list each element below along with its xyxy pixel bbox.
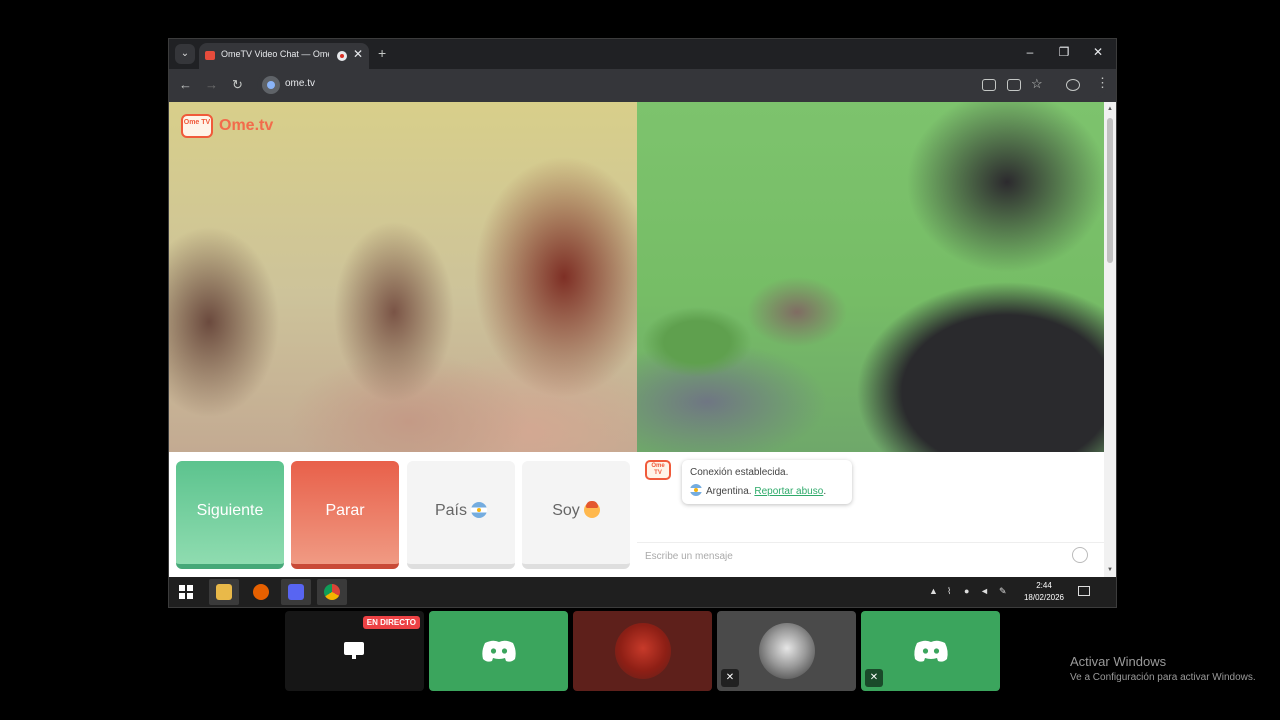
- gender-button-label: Soy: [552, 502, 580, 519]
- windows-taskbar: ▲ ⌇ ● ◄ ✎ 2:44 18/02/2026: [169, 577, 1116, 607]
- reload-icon[interactable]: ↻: [232, 77, 243, 93]
- taskbar-clock[interactable]: 2:44 18/02/2026: [1019, 580, 1069, 604]
- taskbar-discord[interactable]: [281, 579, 311, 605]
- page-scrollbar[interactable]: ▲ ▼: [1104, 102, 1116, 577]
- scroll-down-icon[interactable]: ▼: [1107, 567, 1113, 573]
- taskbar-chrome[interactable]: [317, 579, 347, 605]
- country-button[interactable]: País: [407, 461, 515, 569]
- notification-icon[interactable]: [1078, 586, 1090, 596]
- argentina-flag-icon: [471, 502, 487, 518]
- logo-text: Ome.tv: [219, 117, 274, 134]
- url-text[interactable]: ome.tv: [285, 78, 315, 89]
- tv-logo-icon: Ome TV: [181, 114, 213, 138]
- ometv-page: Ome TV Ome.tv Siguiente Parar País Soy O…: [169, 102, 1116, 577]
- country-message: Argentina. Reportar abuso.: [690, 484, 826, 497]
- discord-icon: [288, 584, 304, 600]
- profile-icon[interactable]: [1066, 79, 1080, 91]
- participant-tile-2[interactable]: [573, 611, 712, 691]
- country-name: Argentina.: [706, 486, 752, 497]
- discord-logo-icon: [482, 640, 516, 662]
- ometv-favicon-icon: [205, 51, 215, 60]
- muted-mic-icon: ✕: [865, 669, 883, 687]
- bookmark-star-icon[interactable]: ☆: [1031, 76, 1045, 91]
- scrollbar-thumb[interactable]: [1107, 118, 1113, 263]
- tray-arrow-icon[interactable]: ▲: [929, 586, 938, 596]
- self-video: [637, 102, 1104, 452]
- watermark-title: Activar Windows: [1070, 654, 1167, 669]
- tab-search-button[interactable]: ⌄: [175, 44, 195, 64]
- discord-logo-icon: [914, 640, 948, 662]
- next-button-label: Siguiente: [196, 502, 264, 519]
- live-badge: EN DIRECTO: [362, 616, 420, 629]
- activate-windows-watermark: Activar Windows Ve a Configuración para …: [1070, 654, 1256, 683]
- participant-tile-3[interactable]: ✕: [717, 611, 856, 691]
- new-tab-button[interactable]: +: [378, 45, 386, 61]
- volume-icon[interactable]: ◄: [980, 586, 989, 596]
- avatar-face-icon: [583, 501, 600, 518]
- folder-icon: [216, 584, 232, 600]
- taskbar-file-explorer[interactable]: [209, 579, 239, 605]
- ometv-chat-logo-icon: Ome TV: [645, 460, 671, 480]
- chrome-icon: [324, 584, 340, 600]
- emoji-icon[interactable]: [1072, 547, 1088, 563]
- stop-button-label: Parar: [325, 502, 365, 519]
- recording-indicator-icon: [337, 51, 347, 61]
- scroll-up-icon[interactable]: ▲: [1107, 106, 1113, 112]
- avatar: [759, 623, 815, 679]
- firefox-icon: [253, 584, 269, 600]
- muted-mic-icon: ✕: [721, 669, 739, 687]
- argentina-flag-icon: [690, 484, 702, 496]
- next-button[interactable]: Siguiente: [176, 461, 284, 569]
- participant-tile-1[interactable]: [429, 611, 568, 691]
- connection-message: Conexión establecida.: [690, 467, 789, 478]
- network-icon[interactable]: ⌇: [947, 586, 951, 597]
- back-arrow-icon[interactable]: ←: [179, 77, 192, 92]
- stream-tile[interactable]: EN DIRECTO: [285, 611, 424, 691]
- tab-ometv[interactable]: OmeTV Video Chat — Ome ✕: [199, 43, 369, 69]
- stop-button[interactable]: Parar: [291, 461, 399, 569]
- screen-share-icon: [344, 642, 364, 659]
- period: .: [823, 486, 827, 497]
- cast-icon[interactable]: [1007, 79, 1021, 91]
- watermark-subtitle: Ve a Configuración para activar Windows.: [1070, 672, 1256, 683]
- mic-icon[interactable]: ●: [964, 586, 969, 596]
- chat-controls: Siguiente Parar País Soy: [169, 452, 637, 577]
- address-bar[interactable]: ome.tv: [257, 73, 1107, 97]
- country-button-label: País: [434, 502, 467, 519]
- site-info-icon[interactable]: [262, 76, 280, 94]
- tab-close-button[interactable]: ✕: [353, 47, 363, 61]
- browser-window: ⌄ OmeTV Video Chat — Ome ✕ + – ❐ ✕ ← → ↻…: [168, 38, 1117, 608]
- message-input[interactable]: Escribe un mensaje: [645, 549, 1065, 565]
- avatar: [615, 623, 671, 679]
- taskbar-firefox[interactable]: [246, 579, 276, 605]
- translate-icon[interactable]: [982, 79, 996, 91]
- browser-toolbar: ← → ↻ ome.tv ☆ ⋮: [169, 69, 1116, 102]
- chat-divider: [637, 542, 1104, 543]
- gender-button[interactable]: Soy: [522, 461, 630, 569]
- participant-tile-4[interactable]: ✕: [861, 611, 1000, 691]
- pen-icon[interactable]: ✎: [999, 586, 1007, 597]
- clock-time: 2:44: [1036, 581, 1052, 590]
- system-message: Conexión establecida. Argentina. Reporta…: [682, 460, 852, 504]
- windows-start-icon[interactable]: [179, 585, 193, 599]
- report-abuse-link[interactable]: Reportar abuso: [754, 486, 823, 497]
- stranger-video: Ome TV Ome.tv: [169, 102, 637, 452]
- tab-strip: ⌄ OmeTV Video Chat — Ome ✕ + – ❐ ✕: [169, 39, 1116, 69]
- chat-panel: Ome TV Conexión establecida. Argentina. …: [637, 452, 1104, 577]
- minimize-button[interactable]: –: [1020, 45, 1040, 59]
- maximize-button[interactable]: ❐: [1054, 45, 1074, 59]
- close-window-button[interactable]: ✕: [1088, 45, 1108, 59]
- clock-date: 18/02/2026: [1023, 593, 1065, 602]
- forward-arrow-icon[interactable]: →: [205, 77, 218, 92]
- tab-title: OmeTV Video Chat — Ome: [221, 49, 329, 59]
- menu-kebab-icon[interactable]: ⋮: [1096, 75, 1110, 90]
